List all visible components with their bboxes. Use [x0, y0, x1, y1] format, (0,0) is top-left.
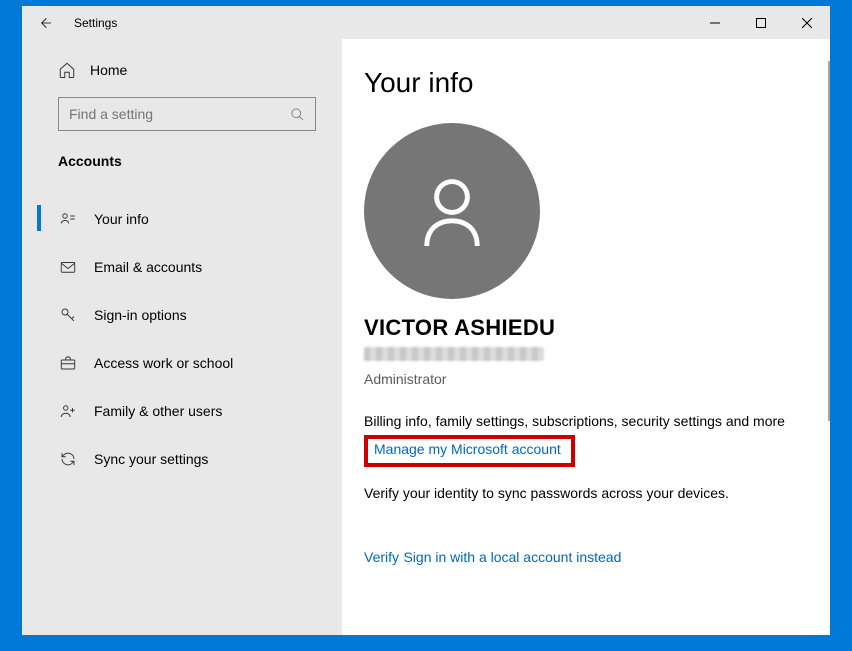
back-button[interactable] [22, 6, 68, 39]
user-email-redacted [364, 347, 544, 361]
page-title: Your info [364, 67, 830, 99]
home-nav[interactable]: Home [22, 53, 342, 87]
sidebar-item-email-accounts[interactable]: Email & accounts [22, 243, 342, 291]
content-pane: Your info VICTOR ASHIEDU Administrator B… [342, 39, 830, 635]
close-button[interactable] [784, 6, 830, 39]
window-controls [692, 6, 830, 39]
sidebar: Home Accounts Your info Email & accounts [22, 39, 342, 635]
key-icon [59, 306, 77, 324]
close-icon [802, 18, 812, 28]
avatar [364, 123, 540, 299]
scrollbar[interactable] [825, 61, 830, 635]
briefcase-icon [59, 354, 77, 372]
minimize-icon [710, 18, 720, 28]
sync-icon [59, 450, 77, 468]
sidebar-item-label: Access work or school [94, 355, 233, 371]
scrollbar-thumb[interactable] [828, 61, 830, 421]
sidebar-item-your-info[interactable]: Your info [22, 195, 342, 243]
minimize-button[interactable] [692, 6, 738, 39]
sidebar-item-signin-options[interactable]: Sign-in options [22, 291, 342, 339]
sidebar-item-label: Sync your settings [94, 451, 208, 467]
settings-window: Settings Home Accounts [22, 6, 830, 635]
sidebar-item-sync-settings[interactable]: Sync your settings [22, 435, 342, 483]
sidebar-item-label: Family & other users [94, 403, 222, 419]
verify-link[interactable]: Verify [364, 549, 399, 565]
search-box[interactable] [58, 97, 316, 131]
person-icon [410, 169, 494, 253]
window-title: Settings [74, 16, 117, 30]
user-role: Administrator [364, 371, 830, 387]
highlight-annotation: Manage my Microsoft account [364, 435, 575, 467]
family-icon [59, 402, 77, 420]
maximize-icon [756, 18, 766, 28]
maximize-button[interactable] [738, 6, 784, 39]
billing-info-text: Billing info, family settings, subscript… [364, 413, 830, 429]
titlebar: Settings [22, 6, 830, 39]
home-label: Home [90, 62, 127, 78]
sidebar-item-family-users[interactable]: Family & other users [22, 387, 342, 435]
home-icon [58, 61, 76, 79]
sidebar-item-label: Email & accounts [94, 259, 202, 275]
mail-icon [59, 258, 77, 276]
sidebar-item-access-work-school[interactable]: Access work or school [22, 339, 342, 387]
manage-account-link[interactable]: Manage my Microsoft account [374, 441, 561, 457]
person-card-icon [59, 210, 77, 228]
verify-identity-text: Verify your identity to sync passwords a… [364, 485, 830, 501]
user-name: VICTOR ASHIEDU [364, 315, 830, 341]
sidebar-nav: Your info Email & accounts Sign-in optio… [22, 173, 342, 483]
sidebar-item-label: Your info [94, 211, 149, 227]
search-icon [290, 107, 305, 122]
search-input[interactable] [69, 106, 290, 122]
sidebar-item-label: Sign-in options [94, 307, 187, 323]
signin-local-account-link[interactable]: Sign in with a local account instead [403, 549, 621, 565]
sidebar-section-header: Accounts [22, 131, 342, 173]
back-arrow-icon [37, 15, 53, 31]
window-body: Home Accounts Your info Email & accounts [22, 39, 830, 635]
